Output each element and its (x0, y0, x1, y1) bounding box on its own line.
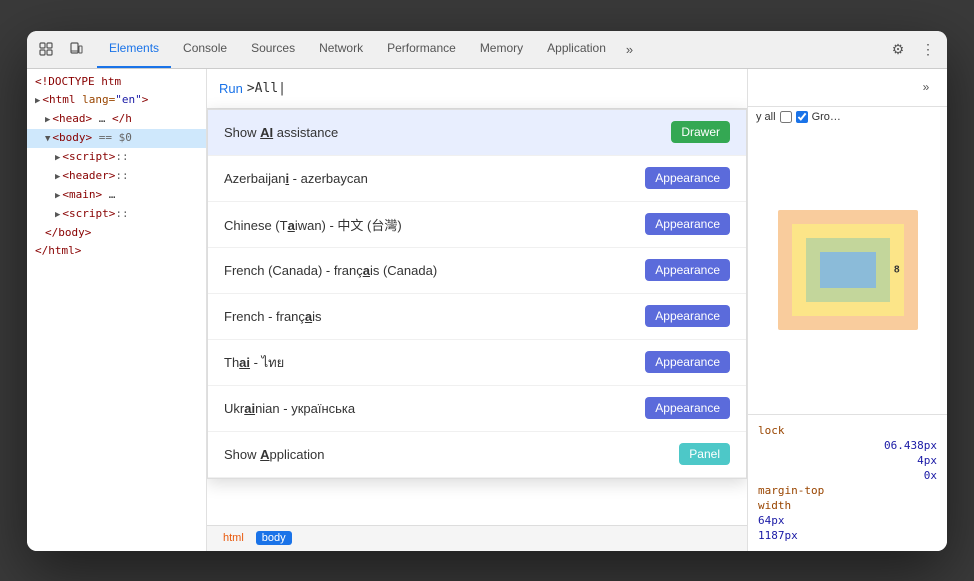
dropdown-item-ukrainian[interactable]: Ukrainian - українська Appearance (208, 386, 746, 432)
dropdown-item-azerbaijani[interactable]: Azerbaijani - azerbaycan Appearance (208, 156, 746, 202)
y-all-checkbox[interactable] (780, 111, 792, 123)
appearance-button-azerbaijani[interactable]: Appearance (645, 167, 730, 189)
prop-row-0x: 0x (758, 468, 937, 483)
cursor-icon[interactable] (33, 36, 59, 62)
item-label-azerbaijani: Azerbaijani - azerbaycan (224, 171, 645, 186)
item-label-ukrainian: Ukrainian - українська (224, 401, 645, 416)
dropdown-item-ai-assistance[interactable]: Show AI assistance Drawer (208, 110, 746, 156)
command-bar: Run (207, 69, 747, 109)
drawer-button[interactable]: Drawer (671, 121, 730, 143)
command-input[interactable] (247, 81, 735, 96)
prop-row-width-val: 06.438px (758, 438, 937, 453)
command-dropdown: Show AI assistance Drawer Azerbaijani - … (207, 109, 747, 479)
tree-body-close: </body> (27, 224, 206, 242)
prop-row-lock: lock (758, 423, 937, 438)
prop-row-4px: 4px (758, 453, 937, 468)
dropdown-item-chinese-taiwan[interactable]: Chinese (Taiwan) - 中文 (台灣) Appearance (208, 202, 746, 248)
item-label-ai: Show AI assistance (224, 125, 671, 140)
tree-html-close: </html> (27, 242, 206, 260)
item-label-french-canada: French (Canada) - français (Canada) (224, 263, 645, 278)
appearance-button-french[interactable]: Appearance (645, 305, 730, 327)
tab-elements[interactable]: Elements (97, 31, 171, 69)
tab-network[interactable]: Network (307, 31, 375, 69)
main-area: <!DOCTYPE htm ▶<html lang="en"> ▶<head> … (27, 69, 947, 551)
dropdown-item-french-canada[interactable]: French (Canada) - français (Canada) Appe… (208, 248, 746, 294)
gro-label: Gro… (812, 111, 841, 123)
tab-sources[interactable]: Sources (239, 31, 307, 69)
panel-button[interactable]: Panel (679, 443, 730, 465)
tab-memory[interactable]: Memory (468, 31, 535, 69)
box-content (820, 252, 876, 288)
run-label: Run (219, 81, 243, 96)
y-all-label: y all (756, 111, 776, 123)
right-panel-properties: lock 06.438px 4px 0x margin-top (748, 414, 947, 551)
breadcrumb-html[interactable]: html (217, 531, 250, 545)
dropdown-item-thai[interactable]: Thai - ไทย Appearance (208, 340, 746, 386)
appearance-button-thai[interactable]: Appearance (645, 351, 730, 373)
prop-row-1187px: 1187px (758, 528, 937, 543)
box-model: 8 (778, 210, 918, 330)
tab-console[interactable]: Console (171, 31, 239, 69)
item-label-application: Show Application (224, 447, 679, 462)
appearance-button-ukrainian[interactable]: Appearance (645, 397, 730, 419)
box-model-area: 8 (748, 127, 947, 414)
tab-bar-left-icons (33, 36, 89, 62)
tab-application[interactable]: Application (535, 31, 618, 69)
settings-icon[interactable]: ⚙ (885, 36, 911, 62)
tree-body[interactable]: ▼<body> == $0 (27, 129, 206, 148)
item-label-thai: Thai - ไทย (224, 352, 645, 373)
more-tabs-button[interactable]: » (618, 31, 641, 69)
prop-row-margin-top: margin-top (758, 483, 937, 498)
tree-main[interactable]: ▶<main> … (27, 186, 206, 205)
dropdown-item-application[interactable]: Show Application Panel (208, 432, 746, 478)
tree-header[interactable]: ▶<header>:: (27, 167, 206, 186)
tree-html[interactable]: ▶<html lang="en"> (27, 91, 206, 110)
dropdown-item-french[interactable]: French - français Appearance (208, 294, 746, 340)
tree-script1[interactable]: ▶<script>:: (27, 148, 206, 167)
breadcrumb-body[interactable]: body (256, 531, 292, 545)
bottom-bar: html body (207, 525, 747, 551)
prop-row-width: width (758, 498, 937, 513)
appearance-button-chinese[interactable]: Appearance (645, 213, 730, 235)
prop-row-64px: 64px (758, 513, 937, 528)
checkbox-row: y all Gro… (748, 107, 947, 127)
tree-doctype: <!DOCTYPE htm (27, 73, 206, 91)
item-label-chinese: Chinese (Taiwan) - 中文 (台灣) (224, 215, 645, 234)
elements-panel: <!DOCTYPE htm ▶<html lang="en"> ▶<head> … (27, 69, 207, 551)
tree-head[interactable]: ▶<head> … </h (27, 110, 206, 129)
tab-performance[interactable]: Performance (375, 31, 468, 69)
tab-bar-right: ⚙ ⋮ (885, 36, 941, 62)
device-toggle-icon[interactable] (63, 36, 89, 62)
expand-right-icon[interactable]: » (913, 74, 939, 100)
devtools-window: Elements Console Sources Network Perform… (27, 31, 947, 551)
appearance-button-french-canada[interactable]: Appearance (645, 259, 730, 281)
border-value: 8 (894, 265, 900, 276)
gro-checkbox[interactable] (796, 111, 808, 123)
item-label-french: French - français (224, 309, 645, 324)
more-options-icon[interactable]: ⋮ (915, 36, 941, 62)
center-panel: Run Show AI assistance Drawer Azerbaijan… (207, 69, 747, 551)
tree-script2[interactable]: ▶<script>:: (27, 205, 206, 224)
right-panel: » y all Gro… 8 (747, 69, 947, 551)
tab-bar: Elements Console Sources Network Perform… (27, 31, 947, 69)
right-panel-top: » (748, 69, 947, 107)
